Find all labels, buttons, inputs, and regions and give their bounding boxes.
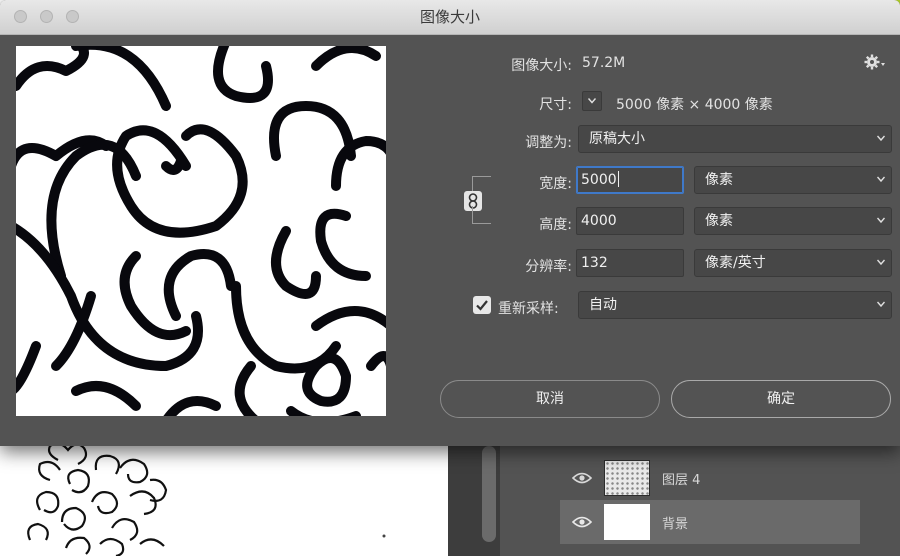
cancel-button[interactable]: 取消 xyxy=(440,380,660,418)
panel-scrollbar[interactable] xyxy=(482,446,496,542)
resolution-input[interactable]: 132 xyxy=(576,249,684,277)
text-caret xyxy=(617,171,619,187)
height-unit-value: 像素 xyxy=(705,213,733,229)
image-preview[interactable] xyxy=(16,46,386,416)
chevron-down-icon xyxy=(877,217,885,224)
canvas-cloud-pattern xyxy=(27,442,386,558)
eye-icon[interactable] xyxy=(560,472,604,484)
height-label: 高度: xyxy=(539,217,572,233)
fit-to-value: 原稿大小 xyxy=(589,131,645,147)
dimensions-label: 尺寸: xyxy=(539,97,572,113)
dimensions-unit-dropdown[interactable] xyxy=(582,91,602,111)
image-size-label: 图像大小: xyxy=(511,58,572,74)
resample-method-select[interactable]: 自动 xyxy=(578,291,892,319)
layer-thumbnail xyxy=(604,504,650,540)
resample-checkbox[interactable] xyxy=(473,296,491,314)
layer-row-layer4[interactable]: 图层 4 xyxy=(560,456,860,500)
dialog-title: 图像大小 xyxy=(419,8,480,26)
layer-name: 背景 xyxy=(662,516,689,532)
eye-icon[interactable] xyxy=(560,516,604,528)
chevron-down-icon xyxy=(877,135,885,142)
layer-row-background[interactable]: 背景 xyxy=(560,500,860,544)
chevron-down-icon xyxy=(877,259,885,266)
chevron-down-icon xyxy=(588,98,596,104)
chevron-down-icon xyxy=(877,176,885,183)
document-canvas[interactable] xyxy=(0,440,448,558)
chevron-down-icon xyxy=(877,301,885,308)
gear-icon[interactable] xyxy=(864,54,886,74)
width-input[interactable]: 5000 xyxy=(576,166,684,194)
height-value: 4000 xyxy=(581,213,617,229)
resample-label: 重新采样: xyxy=(498,301,559,317)
layer-name: 图层 4 xyxy=(662,472,701,488)
resolution-unit-value: 像素/英寸 xyxy=(705,255,766,271)
resolution-value: 132 xyxy=(581,255,608,271)
height-unit-select[interactable]: 像素 xyxy=(694,207,892,235)
width-value: 5000 xyxy=(581,172,617,188)
resolution-unit-select[interactable]: 像素/英寸 xyxy=(694,249,892,277)
resample-method-value: 自动 xyxy=(589,297,617,313)
width-unit-select[interactable]: 像素 xyxy=(694,166,892,194)
height-input[interactable]: 4000 xyxy=(576,207,684,235)
width-label: 宽度: xyxy=(539,176,572,192)
fit-to-label: 调整为: xyxy=(525,135,572,151)
width-unit-value: 像素 xyxy=(705,172,733,188)
image-size-dialog: 图像大小 图像大小: 57.2M 尺寸: 5000 像素 × 4000 像素 调… xyxy=(0,0,900,446)
fit-to-select[interactable]: 原稿大小 xyxy=(578,125,892,153)
image-size-value: 57.2M xyxy=(582,55,626,71)
resolution-label: 分辨率: xyxy=(525,259,572,275)
dimensions-value: 5000 像素 × 4000 像素 xyxy=(616,97,773,113)
dialog-titlebar[interactable]: 图像大小 xyxy=(0,0,900,35)
layer-thumbnail xyxy=(604,460,650,496)
ok-button[interactable]: 确定 xyxy=(671,380,891,418)
preview-cloud-pattern xyxy=(16,46,386,416)
checkmark-icon xyxy=(476,300,488,311)
